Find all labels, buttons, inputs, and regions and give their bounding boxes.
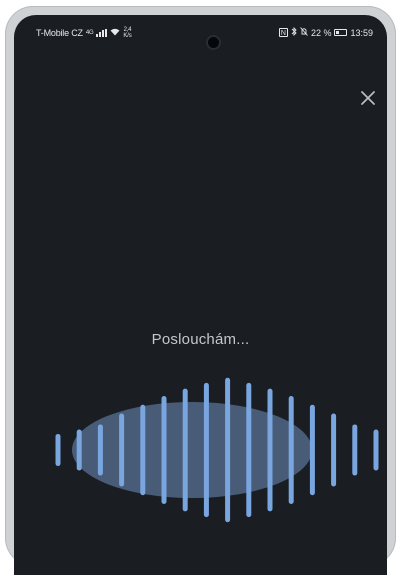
close-icon[interactable] (359, 89, 377, 107)
status-right: N 22 % 13:59 (278, 26, 373, 38)
status-bar: T-Mobile CZ 4G 2,4 K/s N 22 % 13:59 (14, 15, 387, 49)
waveform-bar (267, 388, 273, 512)
waveform-bar (352, 424, 358, 476)
battery-percent: 22 % (310, 27, 332, 38)
waveform-bar (97, 424, 103, 476)
battery-icon (334, 29, 348, 36)
waveform-bar (161, 395, 167, 505)
waveform-bar (182, 388, 188, 512)
waveform-bar (119, 413, 125, 487)
waveform-bar (373, 429, 379, 471)
screen: T-Mobile CZ 4G 2,4 K/s N 22 % 13:59 Posl… (14, 15, 387, 575)
phone-frame: T-Mobile CZ 4G 2,4 K/s N 22 % 13:59 Posl… (5, 6, 396, 575)
waveform-bar (203, 382, 209, 518)
waveform-bar (288, 395, 294, 505)
wifi-icon (110, 28, 120, 38)
mute-icon (300, 27, 308, 38)
bluetooth-icon (291, 26, 297, 38)
waveform-blob (72, 402, 312, 498)
waveform-bar (331, 413, 337, 487)
listening-status: Poslouchám... (151, 331, 250, 348)
close-button[interactable] (359, 89, 377, 107)
waveform-bar (76, 429, 82, 471)
waveform-bar (246, 382, 252, 518)
front-camera (208, 37, 219, 48)
waveform-bar (140, 404, 146, 496)
signal-icon (96, 29, 108, 37)
network-type: 4G (85, 30, 94, 36)
clock: 13:59 (350, 27, 373, 38)
waveform-bar (55, 433, 61, 467)
waveform-bar (225, 377, 231, 523)
data-speed: 2,4 K/s (123, 27, 132, 39)
status-left: T-Mobile CZ 4G 2,4 K/s (36, 27, 132, 39)
nfc-icon: N (278, 28, 288, 37)
voice-waveform (55, 377, 379, 523)
waveform-bar (309, 404, 315, 496)
carrier-name: T-Mobile CZ (36, 28, 83, 38)
